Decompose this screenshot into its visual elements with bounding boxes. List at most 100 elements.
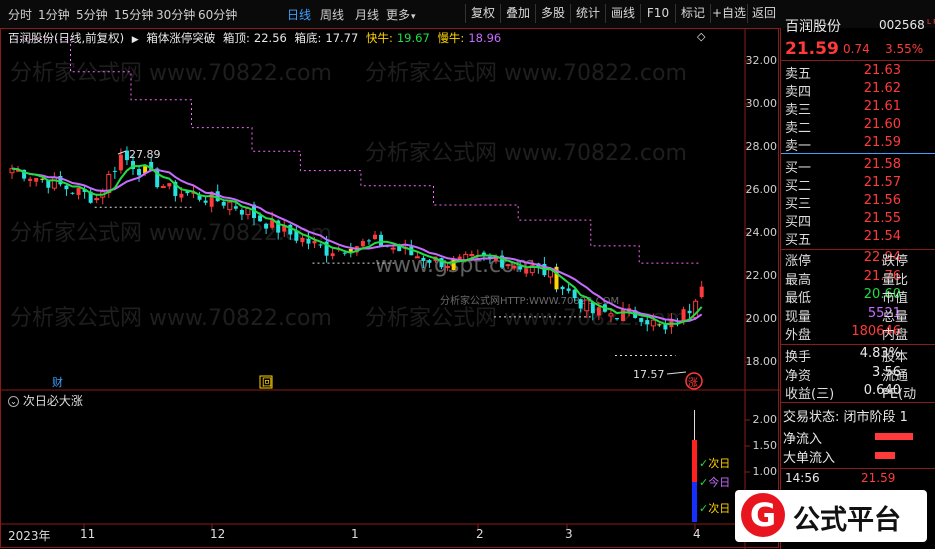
draw-line-button[interactable]: 画线 <box>605 4 640 23</box>
stat-row-1[interactable]: 涨停 22.94 跌停 <box>785 250 935 270</box>
stat-label2: 内盘 <box>882 328 909 343</box>
signal-next-day-1: ✓次日 <box>699 455 730 471</box>
buy-row-3[interactable]: 买三 21.56 <box>785 193 935 213</box>
sell-row-4[interactable]: 卖二 21.60 <box>785 117 935 137</box>
stat2-row-1[interactable]: 换手 4.83% 股本 <box>785 346 935 366</box>
subchart-bars <box>692 410 697 522</box>
check-icon: ✓ <box>699 502 709 515</box>
f10-button[interactable]: F10 <box>640 4 675 23</box>
stat2-label2: 股本 <box>882 350 909 365</box>
period-weekly[interactable]: 周线 <box>320 6 344 23</box>
period-monthly[interactable]: 月线 <box>355 6 379 23</box>
indicator-info-line: 百润股份(日线,前复权) ▶ 箱体涨停突破 箱顶: 22.56 箱底: 17.77 … <box>8 30 505 46</box>
last-time: 14:56 <box>785 471 820 485</box>
period-60min[interactable]: 60分钟 <box>198 6 237 23</box>
x-label-4: 4 <box>693 527 701 541</box>
period-5min[interactable]: 5分钟 <box>76 6 108 23</box>
period-30min[interactable]: 30分钟 <box>156 6 195 23</box>
buy-row-1[interactable]: 买一 21.58 <box>785 157 935 177</box>
quote-panel: 百润股份 002568 L R S 21.59 0.74 3.55% 卖五 21.… <box>780 18 935 549</box>
sell-row-2[interactable]: 卖四 21.62 <box>785 81 935 101</box>
sell-row-5[interactable]: 卖一 21.59 <box>785 135 935 155</box>
stock-title: 百润股份(日线,前复权) <box>8 31 125 45</box>
watermark-2: 分析家公式网 www.70822.com <box>365 61 687 86</box>
stat-row-3[interactable]: 最低 20.60 市值 <box>785 287 935 307</box>
indicator-name[interactable]: 箱体涨停突破 <box>146 31 215 45</box>
period-daily[interactable]: 日线 <box>287 6 311 23</box>
check-icon: ✓ <box>699 476 709 489</box>
statistics-button[interactable]: 统计 <box>570 4 605 23</box>
sub-y-label-2: 2.00 <box>752 413 778 426</box>
stat-label: 最低 <box>785 291 812 306</box>
add-favorite-button[interactable]: +自选 <box>710 4 747 23</box>
buy-value: 21.56 <box>863 193 901 208</box>
trade-state-suffix: 1 <box>899 410 908 425</box>
buy-value: 21.58 <box>863 157 901 172</box>
buy-label: 买二 <box>785 179 812 194</box>
buy-row-5[interactable]: 买五 21.54 <box>785 229 935 249</box>
y-label-28: 28.00 <box>745 140 778 153</box>
low-price-label: 17.57 <box>633 368 665 381</box>
slow-bull-value: 18.96 <box>468 31 502 45</box>
signal-text: 次日 <box>708 457 731 470</box>
buy-label: 买一 <box>785 161 812 176</box>
signal-next-day-2: ✓次日 <box>699 500 730 516</box>
net-inflow-label: 净流入 <box>783 432 823 447</box>
brand-name: 公式平台 <box>793 505 901 536</box>
watermark-4: 分析家公式网 www.70822.com <box>10 306 332 331</box>
brand-logo-icon: G <box>741 493 785 537</box>
diamond-icon[interactable]: ◇ <box>697 30 705 43</box>
box-bottom-value: 17.77 <box>325 31 359 45</box>
x-label-3: 3 <box>565 527 573 541</box>
stock-name: 百润股份 <box>785 19 841 35</box>
period-more[interactable]: 更多▾ <box>386 6 416 23</box>
buy-row-4[interactable]: 买四 21.55 <box>785 211 935 231</box>
finance-marker: 财 <box>52 375 63 389</box>
arrow-right-icon[interactable]: ▶ <box>132 35 139 45</box>
buy-value: 21.55 <box>863 211 901 226</box>
sell-value: 21.60 <box>863 117 901 132</box>
box-top-label: 箱顶: <box>223 31 250 45</box>
stat2-label2: 流通 <box>882 368 909 384</box>
net-inflow-bar <box>875 433 913 440</box>
subchart-title: 次日必大涨 <box>22 394 83 408</box>
sell-row-1[interactable]: 卖五 21.63 <box>785 63 935 83</box>
fuquan-button[interactable]: 复权 <box>465 4 500 23</box>
stat2-label2: PE(动 <box>882 387 917 402</box>
multi-stock-button[interactable]: 多股 <box>535 4 570 23</box>
y-ticks <box>745 60 750 473</box>
watermark-5: 分析家公式网 www.70822.com <box>365 306 687 331</box>
sell-row-3[interactable]: 卖三 21.61 <box>785 99 935 119</box>
stat-row-4[interactable]: 现量 5521 总量 <box>785 306 935 326</box>
period-15min[interactable]: 15分钟 <box>114 6 153 23</box>
sell-value: 21.63 <box>863 63 901 78</box>
stat-row-5[interactable]: 外盘 180646 内盘 <box>785 324 935 344</box>
more-label: 更多 <box>386 8 411 22</box>
trade-state: 交易状态: 闭市阶段 1 <box>783 406 908 425</box>
overlay-button[interactable]: 叠加 <box>500 4 535 23</box>
collapse-icon[interactable]: ⌄ <box>8 396 19 407</box>
sell-label: 卖四 <box>785 85 812 100</box>
stat-label2: 总量 <box>882 309 909 325</box>
x-label-11: 11 <box>80 527 96 541</box>
signal-text: 今日 <box>708 476 731 489</box>
check-icon: ✓ <box>699 457 709 470</box>
stat2-row-3[interactable]: 收益(三) 0.640 PE(动 <box>785 383 935 403</box>
back-button[interactable]: 返回 <box>747 4 780 23</box>
kline-chart-area[interactable]: 分析家公式网 www.70822.com 分析家公式网 www.70822.co… <box>0 28 780 549</box>
box-bottom-label: 箱底: <box>294 31 322 45</box>
buy-row-2[interactable]: 买二 21.57 <box>785 175 935 195</box>
sub-y-label-1: 1.00 <box>752 465 778 478</box>
y-label-20: 20.00 <box>745 312 778 325</box>
subchart-header: ⌄ 次日必大涨 <box>8 392 83 409</box>
stat-row-2[interactable]: 最高 21.76 量比 <box>785 269 935 289</box>
mark-button[interactable]: 标记 <box>675 4 710 23</box>
period-fenshi[interactable]: 分时 <box>8 6 32 23</box>
stat2-row-2[interactable]: 净资 3.56 流通 <box>785 365 935 385</box>
fast-bull-label: 快牛: <box>365 31 393 45</box>
y-label-30: 30.00 <box>745 97 778 110</box>
y-label-32: 32.00 <box>745 54 778 67</box>
brand-banner: G 公式平台 <box>735 490 927 542</box>
watermark-layer: 分析家公式网 www.70822.com 分析家公式网 www.70822.co… <box>10 61 687 331</box>
period-1min[interactable]: 1分钟 <box>38 6 70 23</box>
